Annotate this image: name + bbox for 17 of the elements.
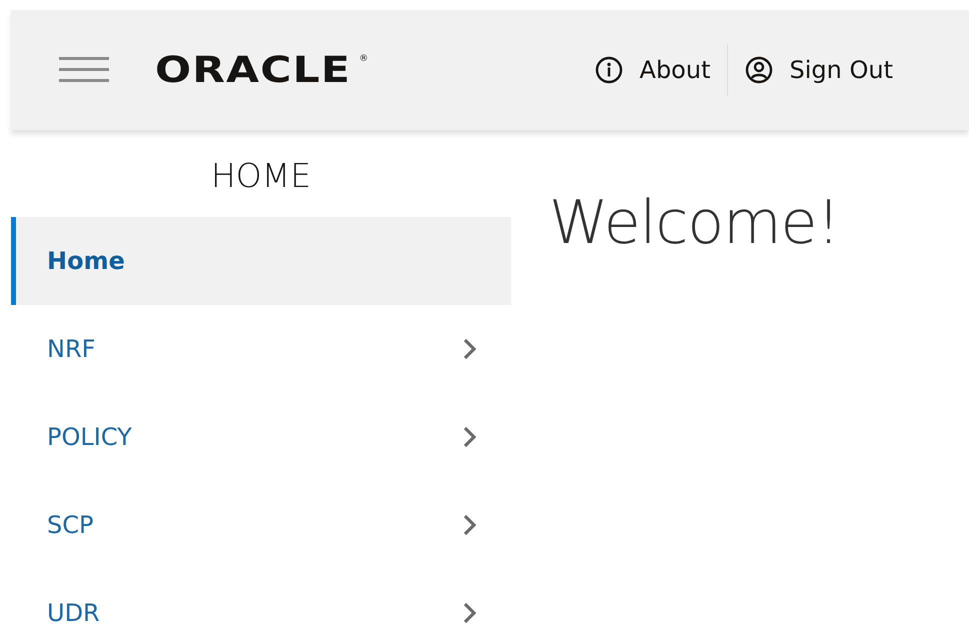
nav-item[interactable]: UDR	[11, 569, 511, 631]
about-button[interactable]: About	[578, 47, 726, 93]
nav-item[interactable]: NRF	[11, 305, 511, 393]
logo: ORACLE	[155, 50, 352, 90]
nav-item[interactable]: SCP	[11, 481, 511, 569]
registered-mark: ®	[359, 54, 368, 64]
welcome-heading: Welcome!	[549, 188, 840, 258]
chevron-right-icon	[463, 426, 477, 448]
chevron-right-icon	[463, 338, 477, 360]
sign-out-button[interactable]: Sign Out	[728, 47, 909, 93]
info-icon	[594, 55, 624, 85]
chevron-right-icon	[463, 514, 477, 536]
chevron-right-icon	[463, 602, 477, 624]
user-icon	[744, 55, 774, 85]
sidebar-title: HOME	[210, 155, 312, 197]
nav-item[interactable]: POLICY	[11, 393, 511, 481]
nav-item[interactable]: Home	[11, 217, 511, 305]
